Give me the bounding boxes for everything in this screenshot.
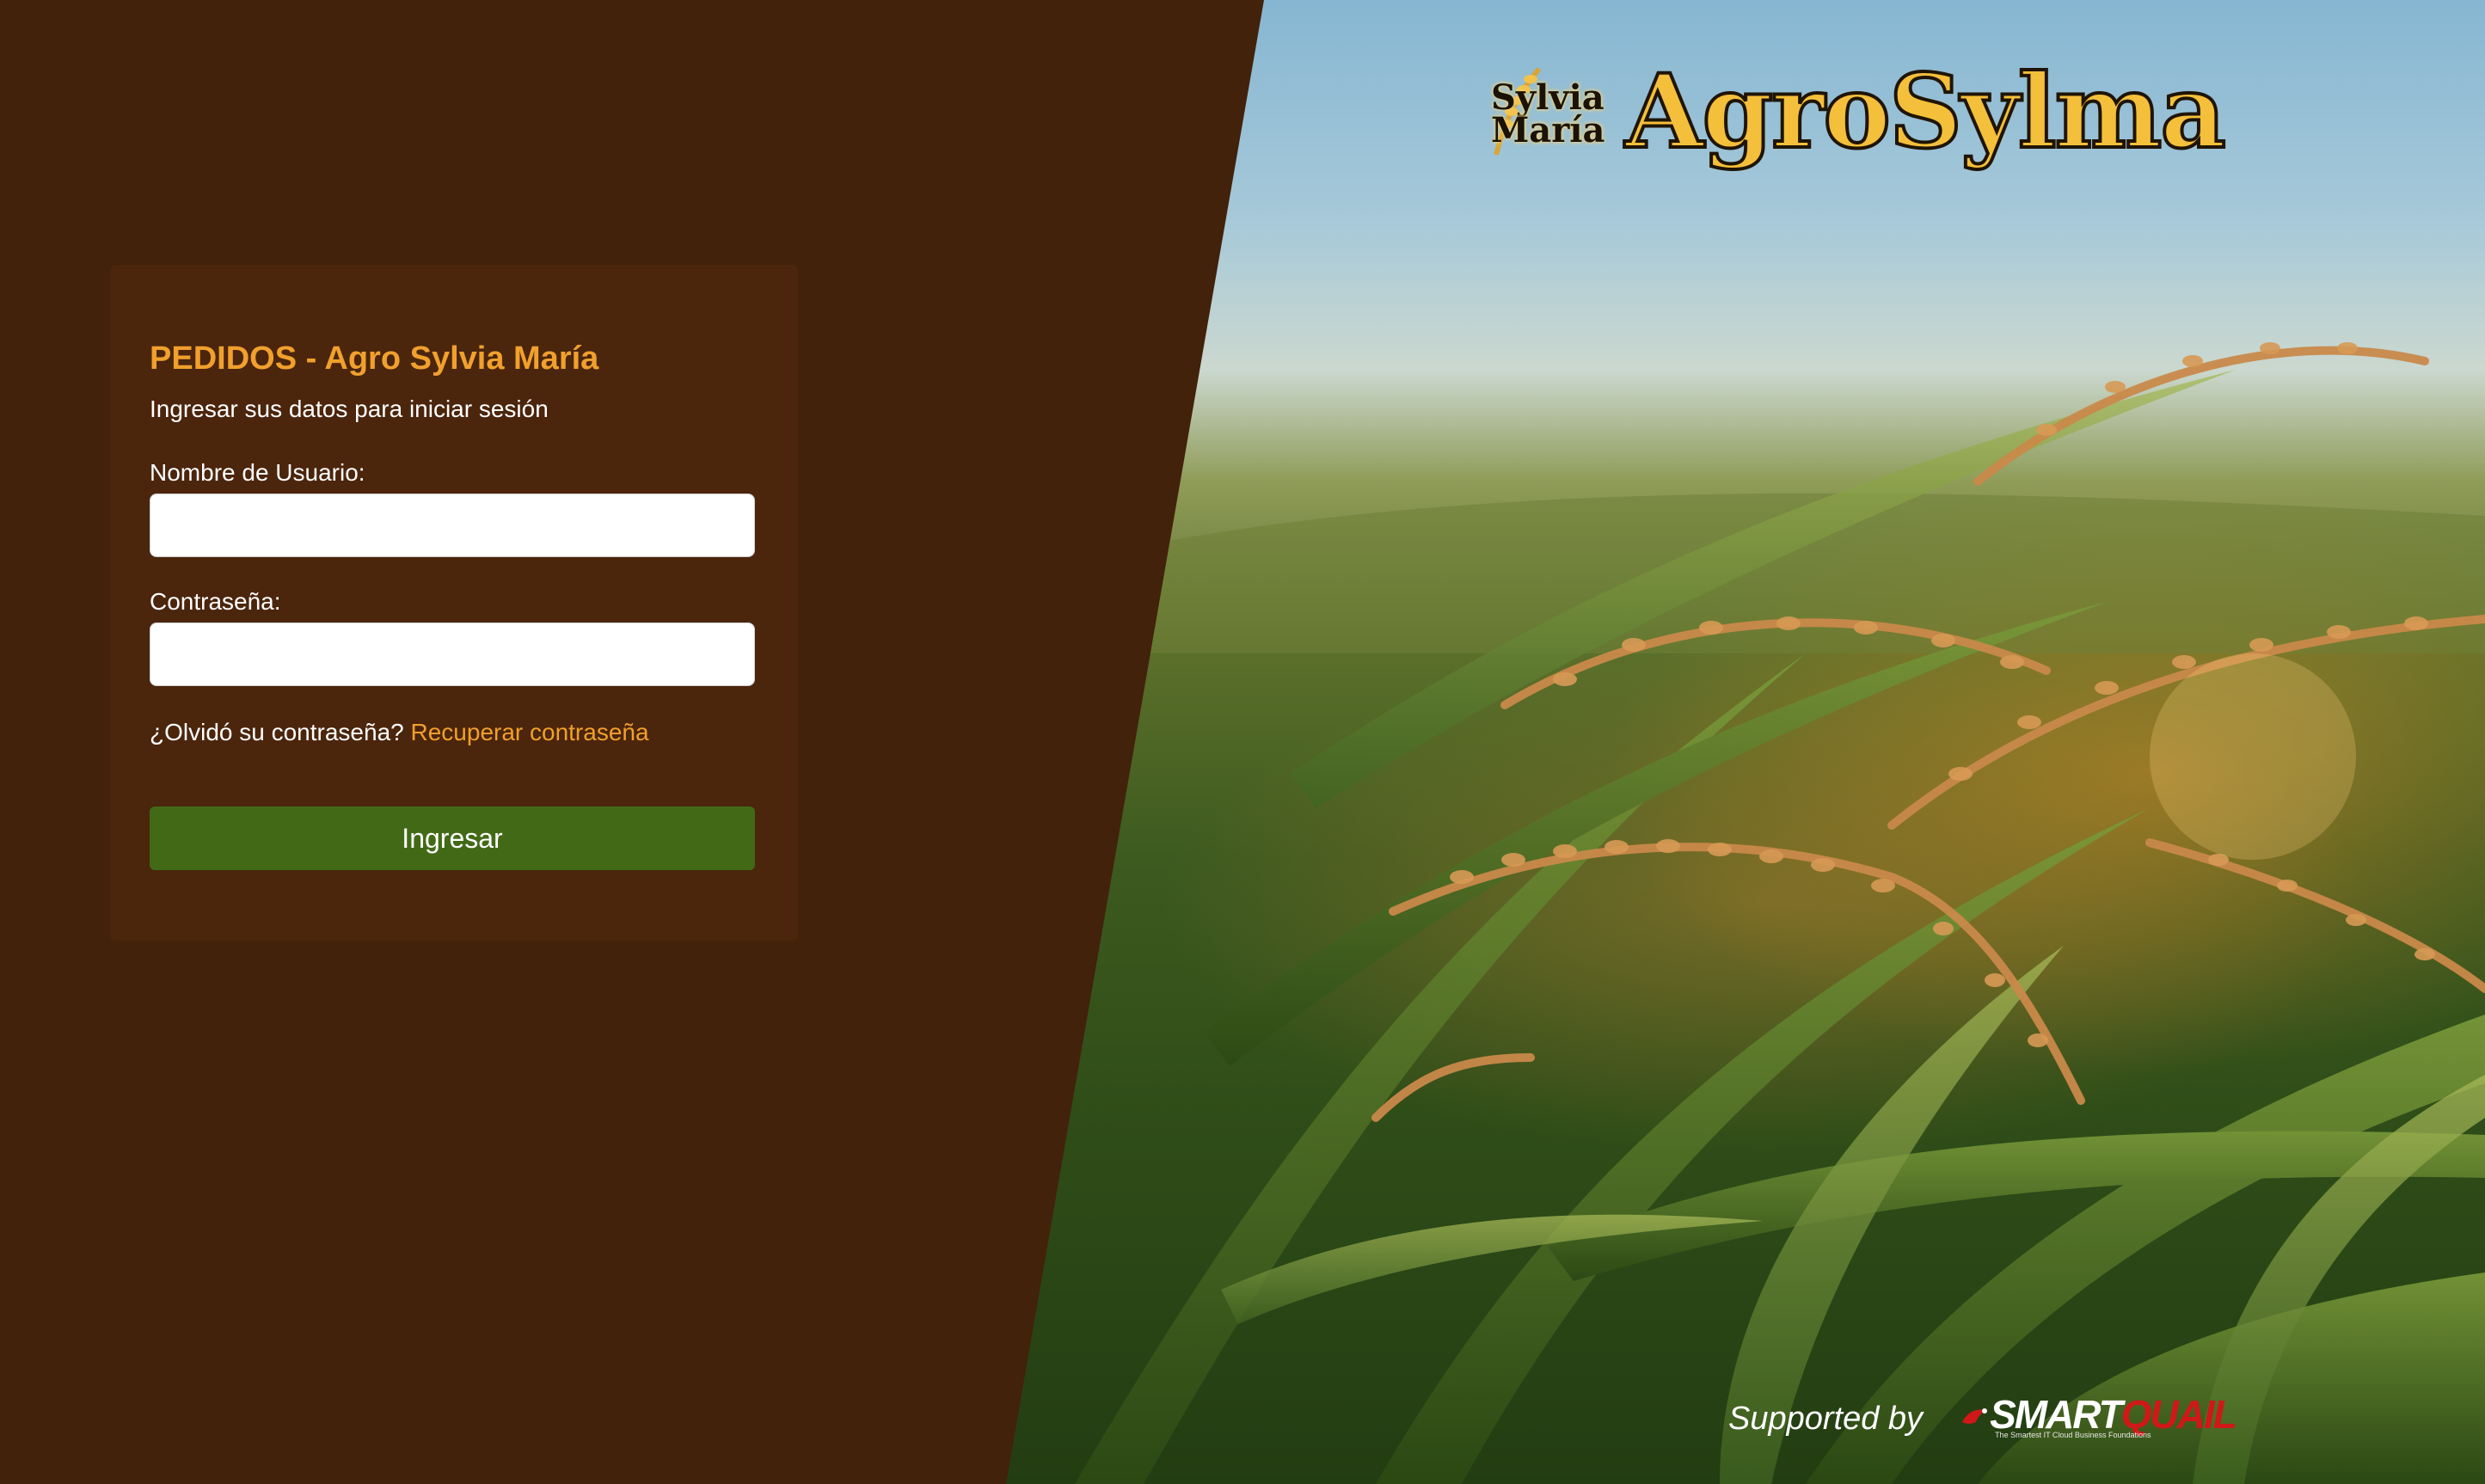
supported-by-label: Supported by — [1728, 1400, 1924, 1437]
username-label: Nombre de Usuario: — [150, 459, 365, 486]
smartquail-logo[interactable]: SMARTQUAIL The Smartest IT Cloud Busines… — [1960, 1393, 2237, 1444]
supported-by-footer: Supported by SMARTQUAIL The Smartest IT … — [1728, 1393, 2237, 1444]
login-page: Sylvia María AgroSylma PEDIDOS - Agro Sy… — [0, 0, 2485, 1484]
password-input[interactable] — [150, 622, 755, 686]
login-title: PEDIDOS - Agro Sylvia María — [150, 340, 599, 377]
logo-wordmark: AgroSylma — [1623, 50, 2228, 173]
login-submit-button[interactable]: Ingresar — [150, 806, 755, 870]
login-subtitle: Ingresar sus datos para iniciar sesión — [150, 396, 549, 422]
password-label: Contraseña: — [150, 588, 281, 615]
login-card: PEDIDOS - Agro Sylvia María Ingresar sus… — [110, 265, 798, 941]
recover-password-link[interactable]: Recuperar contraseña — [411, 719, 649, 745]
smartquail-tagline: The Smartest IT Cloud Business Foundatio… — [1995, 1431, 2151, 1439]
smartquail-bird-icon — [1962, 1408, 1988, 1424]
logo-emblem-text-maria: María — [1491, 110, 1605, 150]
smartquail-wordmark: SMARTQUAIL — [1990, 1393, 2237, 1436]
username-input[interactable] — [150, 494, 755, 557]
forgot-password-text: ¿Olvidó su contraseña? — [150, 719, 404, 745]
agrosylma-logo: Sylvia María AgroSylma — [1479, 50, 2228, 181]
rice-stalk-emblem-icon: Sylvia María — [1479, 60, 1608, 163]
forgot-password-row: ¿Olvidó su contraseña? Recuperar contras… — [150, 719, 649, 746]
